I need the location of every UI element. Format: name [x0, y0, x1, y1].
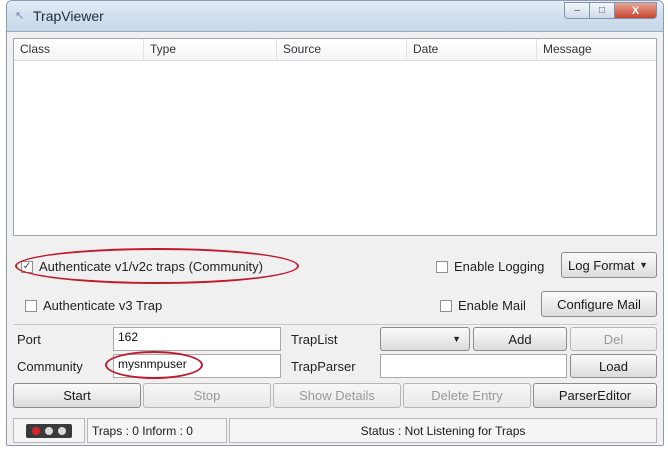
- highlight-ellipse-authenticate: [15, 248, 299, 284]
- add-button[interactable]: Add: [473, 327, 567, 351]
- led-panel: [26, 423, 72, 438]
- traplist-dropdown[interactable]: ▼: [380, 327, 470, 351]
- authenticate-v3-checkbox[interactable]: [25, 299, 37, 312]
- column-header-type[interactable]: Type: [144, 39, 277, 60]
- status-led-icon: [44, 426, 53, 435]
- column-header-source[interactable]: Source: [277, 39, 407, 60]
- table-header: Class Type Source Date Message: [14, 39, 656, 61]
- log-format-label: Log Format: [568, 257, 635, 273]
- show-details-button[interactable]: Show Details: [273, 383, 401, 408]
- form-divider: [13, 324, 657, 325]
- table-body[interactable]: [14, 61, 656, 235]
- enable-logging-option[interactable]: Enable Logging: [436, 259, 544, 274]
- trapparser-input[interactable]: [380, 354, 567, 378]
- status-led-red-icon: [31, 426, 40, 435]
- enable-logging-checkbox[interactable]: [436, 260, 448, 273]
- close-button[interactable]: X: [615, 2, 657, 19]
- enable-logging-label: Enable Logging: [454, 259, 545, 274]
- close-icon: X: [631, 4, 640, 17]
- configure-mail-button[interactable]: Configure Mail: [541, 291, 657, 317]
- window-controls: – □ X: [564, 2, 657, 19]
- window-title: TrapViewer: [33, 8, 104, 24]
- maximize-icon: □: [598, 5, 606, 16]
- trapviewer-window: ↖ TrapViewer – □ X Class Type Source Dat…: [6, 0, 664, 446]
- column-header-message[interactable]: Message: [537, 39, 656, 60]
- column-header-class[interactable]: Class: [14, 39, 144, 60]
- parser-editor-button[interactable]: ParserEditor: [533, 383, 657, 408]
- title-bar[interactable]: ↖ TrapViewer – □ X: [7, 1, 663, 32]
- minimize-icon: –: [574, 5, 580, 16]
- enable-mail-checkbox[interactable]: [440, 299, 452, 312]
- load-button[interactable]: Load: [570, 354, 657, 378]
- traplist-label: TrapList: [291, 332, 338, 347]
- chevron-down-icon: ▼: [639, 260, 648, 270]
- del-button[interactable]: Del: [570, 327, 657, 351]
- chevron-down-icon: ▼: [452, 334, 461, 344]
- app-icon: ↖: [15, 10, 25, 22]
- trap-count-status: Traps : 0 Inform : 0: [87, 418, 227, 443]
- column-header-date[interactable]: Date: [407, 39, 537, 60]
- highlight-ellipse-community: [105, 351, 203, 379]
- port-label: Port: [17, 332, 41, 347]
- community-label: Community: [17, 359, 83, 374]
- enable-mail-label: Enable Mail: [458, 298, 526, 313]
- listening-status: Status : Not Listening for Traps: [229, 418, 657, 443]
- enable-mail-option[interactable]: Enable Mail: [440, 298, 526, 313]
- port-input[interactable]: 162: [113, 327, 281, 351]
- trapparser-label: TrapParser: [291, 359, 356, 374]
- led-indicator-box: [13, 418, 85, 443]
- minimize-button[interactable]: –: [564, 2, 590, 19]
- authenticate-v3-option[interactable]: Authenticate v3 Trap: [25, 298, 162, 313]
- trap-table[interactable]: Class Type Source Date Message: [13, 38, 657, 236]
- status-bar: Traps : 0 Inform : 0 Status : Not Listen…: [13, 418, 657, 443]
- status-led-icon: [58, 426, 67, 435]
- delete-entry-button[interactable]: Delete Entry: [403, 383, 531, 408]
- log-format-dropdown[interactable]: Log Format ▼: [561, 252, 657, 278]
- stop-button[interactable]: Stop: [143, 383, 271, 408]
- maximize-button[interactable]: □: [590, 2, 615, 19]
- start-button[interactable]: Start: [13, 383, 141, 408]
- authenticate-v3-label: Authenticate v3 Trap: [43, 298, 163, 313]
